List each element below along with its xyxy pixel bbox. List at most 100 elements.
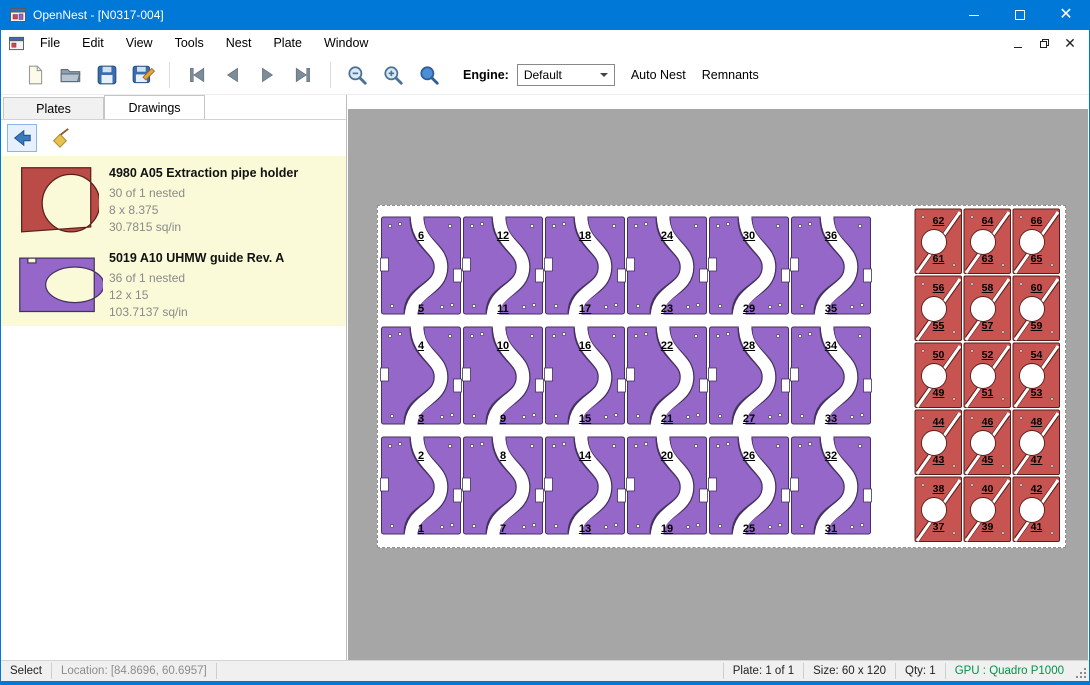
zoom-out-button[interactable] — [339, 59, 375, 91]
nested-part-pair[interactable]: 36 35 — [790, 211, 872, 321]
mdi-close-button[interactable]: ✕ — [1059, 34, 1081, 52]
nested-part-pair[interactable]: 38 37 — [914, 476, 963, 543]
new-button[interactable] — [17, 59, 53, 91]
menu-file[interactable]: File — [29, 31, 71, 55]
mdi-restore-button[interactable] — [1033, 34, 1055, 52]
save-as-icon — [131, 63, 155, 87]
status-mode: Select — [1, 661, 51, 681]
part-number-bottom: 13 — [544, 523, 626, 535]
nested-part-pair[interactable]: 54 53 — [1012, 342, 1061, 409]
clear-button[interactable] — [45, 124, 75, 152]
part-number-top: 66 — [1012, 215, 1061, 227]
first-plate-button[interactable] — [178, 59, 214, 91]
part-number-bottom: 31 — [790, 523, 872, 535]
part-number-top: 22 — [626, 340, 708, 352]
menu-window[interactable]: Window — [313, 31, 379, 55]
minimize-button[interactable] — [951, 0, 997, 30]
nested-part-pair[interactable]: 16 15 — [544, 321, 626, 431]
save-button[interactable] — [89, 59, 125, 91]
part-number-top: 30 — [708, 230, 790, 242]
nested-part-pair[interactable]: 8 7 — [462, 431, 544, 541]
nested-part-pair[interactable]: 30 29 — [708, 211, 790, 321]
menu-nest[interactable]: Nest — [215, 31, 263, 55]
nested-part-pair[interactable]: 40 39 — [963, 476, 1012, 543]
plate[interactable]: 6 5 12 11 18 — [377, 205, 1066, 548]
save-as-button[interactable] — [125, 59, 161, 91]
zoom-in-button[interactable] — [375, 59, 411, 91]
next-plate-button[interactable] — [250, 59, 286, 91]
part-number-top: 62 — [914, 215, 963, 227]
maximize-icon — [1015, 10, 1025, 20]
nested-part-pair[interactable]: 4 3 — [380, 321, 462, 431]
part-number-top: 10 — [462, 340, 544, 352]
nested-part-pair[interactable]: 66 65 — [1012, 208, 1061, 275]
nested-part-pair[interactable]: 12 11 — [462, 211, 544, 321]
nest-canvas[interactable]: 6 5 12 11 18 — [348, 95, 1088, 660]
nested-part-pair[interactable]: 2 1 — [380, 431, 462, 541]
part-number-bottom: 19 — [626, 523, 708, 535]
part-number-bottom: 53 — [1012, 387, 1061, 399]
nested-part-pair[interactable]: 34 33 — [790, 321, 872, 431]
nested-part-pair[interactable]: 22 21 — [626, 321, 708, 431]
nested-part-pair[interactable]: 58 57 — [963, 275, 1012, 342]
tab-drawings[interactable]: Drawings — [104, 95, 205, 119]
part-number-top: 24 — [626, 230, 708, 242]
nested-part-pair[interactable]: 46 45 — [963, 409, 1012, 476]
drawing-item-extraction-pipe-holder[interactable]: 4980 A05 Extraction pipe holder 30 of 1 … — [1, 156, 346, 241]
part-number-bottom: 63 — [963, 253, 1012, 265]
close-button[interactable]: ✕ — [1043, 0, 1089, 30]
nested-part-pair[interactable]: 62 61 — [914, 208, 963, 275]
nested-part-pair[interactable]: 14 13 — [544, 431, 626, 541]
part-number-bottom: 57 — [963, 320, 1012, 332]
resize-grip[interactable] — [1073, 661, 1089, 681]
tab-plates[interactable]: Plates — [3, 97, 104, 119]
nested-part-pair[interactable]: 56 55 — [914, 275, 963, 342]
nested-part-pair[interactable]: 6 5 — [380, 211, 462, 321]
nested-part-pair[interactable]: 32 31 — [790, 431, 872, 541]
nested-part-pair[interactable]: 26 25 — [708, 431, 790, 541]
drawing-size: 12 x 15 — [109, 287, 284, 304]
mdi-minimize-button[interactable] — [1007, 34, 1029, 52]
main-toolbar: Engine: Default Auto Nest Remnants — [1, 56, 1089, 95]
last-plate-button[interactable] — [286, 59, 322, 91]
nested-part-pair[interactable]: 60 59 — [1012, 275, 1061, 342]
app-icon — [10, 7, 26, 23]
save-icon — [96, 64, 118, 86]
remnants-button[interactable]: Remnants — [702, 68, 759, 82]
open-button[interactable] — [53, 59, 89, 91]
part-number-top: 38 — [914, 483, 963, 495]
part-number-bottom: 9 — [462, 413, 544, 425]
menu-edit[interactable]: Edit — [71, 31, 115, 55]
nested-part-pair[interactable]: 42 41 — [1012, 476, 1061, 543]
zoom-fit-button[interactable] — [411, 59, 447, 91]
maximize-button[interactable] — [997, 0, 1043, 30]
menu-view[interactable]: View — [115, 31, 164, 55]
menu-plate[interactable]: Plate — [262, 31, 313, 55]
nested-part-pair[interactable]: 44 43 — [914, 409, 963, 476]
nested-part-pair[interactable]: 18 17 — [544, 211, 626, 321]
document-icon[interactable] — [9, 36, 24, 51]
chevron-down-icon — [600, 73, 608, 77]
nested-part-pair[interactable]: 20 19 — [626, 431, 708, 541]
nested-part-pair[interactable]: 64 63 — [963, 208, 1012, 275]
auto-nest-button[interactable]: Auto Nest — [631, 68, 686, 82]
nested-part-pair[interactable]: 24 23 — [626, 211, 708, 321]
part-number-top: 48 — [1012, 416, 1061, 428]
toolbar-separator — [169, 62, 170, 88]
previous-plate-button[interactable] — [214, 59, 250, 91]
nested-part-pair[interactable]: 52 51 — [963, 342, 1012, 409]
drawing-item-uhmw-guide[interactable]: 5019 A10 UHMW guide Rev. A 36 of 1 neste… — [1, 241, 346, 326]
nested-part-pair[interactable]: 28 27 — [708, 321, 790, 431]
drawing-nested-count: 36 of 1 nested — [109, 270, 284, 287]
status-location: Location: [84.8696, 60.6957] — [52, 661, 216, 681]
nested-part-pair[interactable]: 10 9 — [462, 321, 544, 431]
part-number-top: 50 — [914, 349, 963, 361]
move-to-plate-button[interactable] — [7, 124, 37, 152]
nested-part-pair[interactable]: 48 47 — [1012, 409, 1061, 476]
nested-part-pair[interactable]: 50 49 — [914, 342, 963, 409]
engine-select[interactable]: Default — [517, 64, 615, 86]
menu-tools[interactable]: Tools — [164, 31, 215, 55]
mdi-window-controls: ✕ — [1007, 34, 1081, 52]
part-number-top: 4 — [380, 340, 462, 352]
part-number-bottom: 23 — [626, 303, 708, 315]
